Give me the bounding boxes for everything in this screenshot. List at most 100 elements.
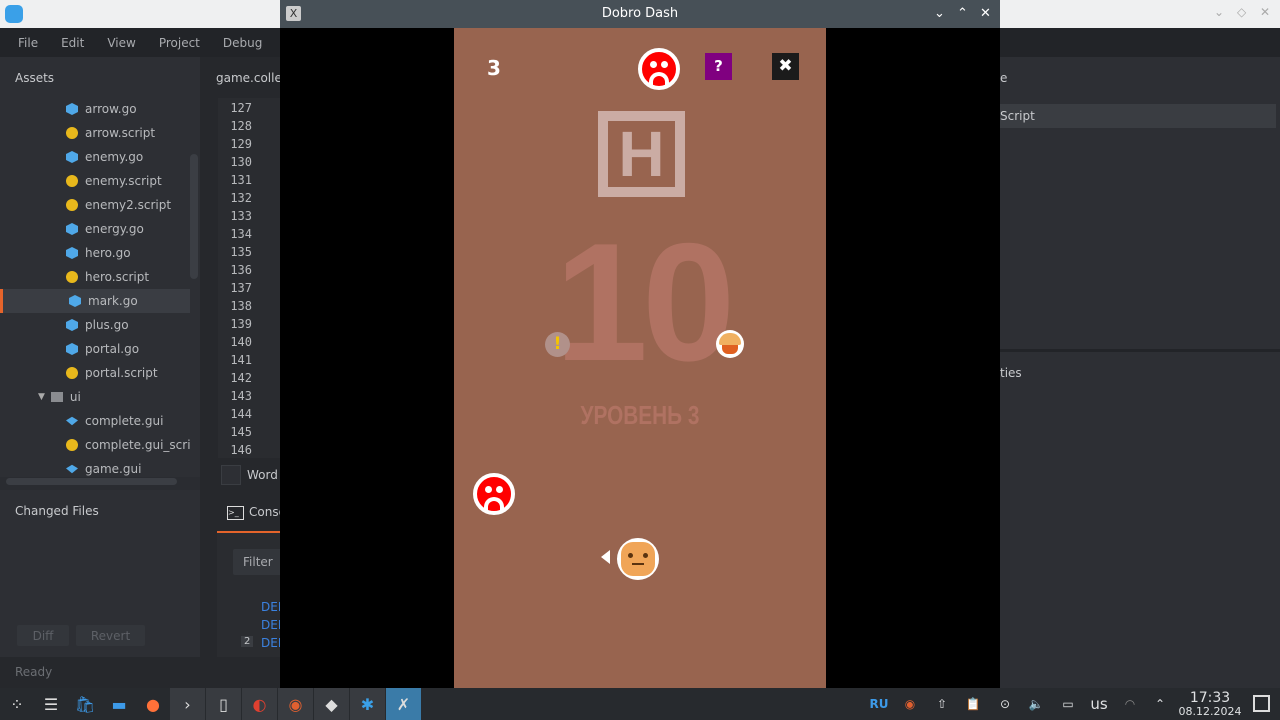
line-number: 132 [230,191,252,205]
console-count-badge: 2 [241,636,254,647]
taskbar: ⁘ ☰ 🛍 ▬ ● › ▯ ◐ ◉ ◆ ✱ ✗ RU ◉ ⇧ 📋 ⊙ 🔈 ▭ u… [0,688,1280,720]
outline-title: e [1000,71,1008,85]
defold-logo-icon [5,5,23,23]
menu-project[interactable]: Project [159,36,200,50]
task-inkscape[interactable]: ◆ [314,688,349,720]
asset-tree-item[interactable]: arrow.script [66,121,190,145]
help-button[interactable]: ? [705,53,732,80]
menu-edit[interactable]: Edit [61,36,84,50]
cube-icon [66,223,78,235]
menu-view[interactable]: View [107,36,135,50]
asset-tree-item[interactable]: complete.gui_scrip [66,433,190,457]
revert-button[interactable]: Revert [76,625,145,646]
panel-divider[interactable] [1000,349,1280,352]
assets-title: Assets [15,71,55,85]
asset-tree-item[interactable]: mark.go [0,289,190,313]
editor-close-button[interactable]: ✕ [1260,5,1270,19]
menu-file[interactable]: File [18,36,38,50]
gear-icon [66,367,78,379]
task-music-player[interactable]: ◉ [278,688,313,720]
clock-date: 08.12.2024 [1178,704,1242,718]
file-manager-icon[interactable]: ▬ [102,688,136,720]
line-number: 137 [230,281,252,295]
diff-button[interactable]: Diff [17,625,69,646]
wifi-icon[interactable]: ◠ [1120,688,1140,720]
tray-expand-chevron-icon[interactable]: ⌃ [1150,688,1170,720]
exit-game-button[interactable]: ✖ [772,53,799,80]
clock[interactable]: 17:33 08.12.2024 [1175,688,1245,720]
media-tray-icon[interactable]: ◉ [900,688,920,720]
asset-tree-item[interactable]: arrow.go [66,97,190,121]
status-bar: Ready [0,657,280,688]
cupcake-pickup-icon [716,330,744,358]
gear-icon [66,199,78,211]
code-gutter: 127 128 129 130 131 132 133 134 135 136 137 138 139 1… [218,98,280,458]
assets-hscrollbar[interactable] [6,478,177,485]
firefox-icon[interactable]: ● [136,688,170,720]
asset-tree-item[interactable]: enemy.script [66,169,190,193]
chevron-down-icon[interactable]: ▼ [38,392,45,402]
software-store-icon[interactable]: 🛍 [68,688,102,720]
status-text: Ready [15,665,53,679]
word-wrap-checkbox[interactable] [221,465,241,485]
task-double-commander[interactable]: ◐ [242,688,277,720]
game-window-title: Dobro Dash [601,6,679,21]
asset-tree-item[interactable]: hero.go [66,241,190,265]
score-counter: 3 [487,56,501,80]
line-number: 136 [230,263,252,277]
outline-panel: e Script ties [1000,57,1280,688]
cube-icon [66,247,78,259]
clock-time: 17:33 [1189,689,1231,706]
keyboard-layout-indicator[interactable]: RU [868,688,890,720]
menu-debug[interactable]: Debug [223,36,262,50]
asset-tree-item[interactable]: ▼ ui [38,385,162,409]
asset-tree-label: mark.go [88,294,138,308]
task-terminal[interactable]: › [170,688,205,720]
battery-icon[interactable]: ▭ [1058,688,1078,720]
clipboard-icon[interactable]: 📋 [963,688,983,720]
minimize-button[interactable]: ⌄ [934,0,945,28]
maximize-button[interactable]: ⌃ [957,0,968,28]
line-number: 130 [230,155,252,169]
gear-icon [66,175,78,187]
system-settings-icon[interactable]: ☰ [34,688,68,720]
game-canvas[interactable]: 3 ? ✖ H 10 УРОВЕНЬ 3 ! [454,28,826,688]
asset-tree-item[interactable]: portal.go [66,337,190,361]
task-text-editor[interactable]: ▯ [206,688,241,720]
task-dobro-dash[interactable]: ✗ [386,688,421,720]
app-launcher-icon[interactable]: ⁘ [0,688,34,720]
line-number: 141 [230,353,252,367]
asset-tree-item[interactable]: complete.gui [66,409,190,433]
asset-tree-item[interactable]: energy.go [66,217,190,241]
gui-icon [66,416,78,426]
line-number: 146 [230,443,252,457]
asset-tree-item[interactable]: enemy.go [66,145,190,169]
console-tab[interactable]: >_ Conso [217,501,286,533]
media-player-icon[interactable]: ⊙ [995,688,1015,720]
cube-icon [69,295,81,307]
asset-tree-label: enemy2.script [85,198,172,212]
asset-tree-item[interactable]: portal.script [66,361,190,385]
folder-icon [50,392,63,402]
editor-minimize-button[interactable]: ⌄ [1214,5,1224,19]
gear-icon [66,127,78,139]
asset-tree-item[interactable]: hero.script [66,265,190,289]
game-window-titlebar[interactable]: X Dobro Dash ⌄ ⌃ ✕ [280,0,1000,28]
outline-item-script[interactable]: Script [1000,104,1276,128]
asset-tree-label: enemy.go [85,150,144,164]
close-window-button[interactable]: ✕ [980,0,991,28]
editor-maximize-button[interactable]: ◇ [1237,5,1246,19]
filter-input[interactable]: Filter [233,549,283,575]
code-editor[interactable]: game.collec 127 128 129 130 131 132 133 134 135 1… [200,57,288,657]
update-notifier-icon[interactable]: ⇧ [932,688,952,720]
task-defold[interactable]: ✱ [350,688,385,720]
asset-tree-item[interactable]: enemy2.script [66,193,190,217]
keyboard-layout-us[interactable]: us [1088,688,1110,720]
asset-tree-item[interactable]: plus.go [66,313,190,337]
assets-scrollbar[interactable] [190,154,198,279]
direction-arrow-icon [601,550,610,564]
volume-icon[interactable]: 🔈 [1026,688,1046,720]
line-number: 129 [230,137,252,151]
show-desktop-button[interactable] [1253,695,1270,712]
editor-tab[interactable]: game.collec [216,71,288,85]
